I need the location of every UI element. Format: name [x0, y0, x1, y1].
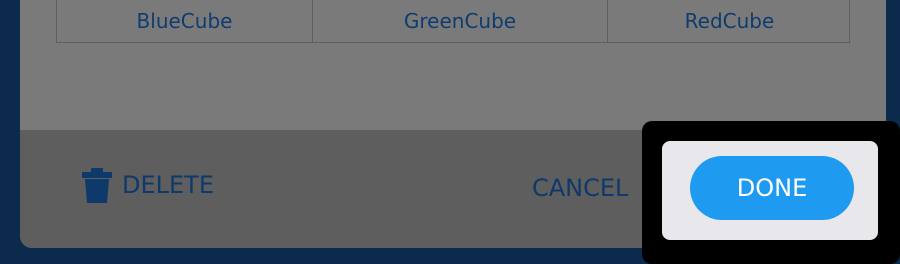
table-cell[interactable]: GreenCube — [313, 0, 608, 42]
trash-icon — [82, 168, 112, 203]
table-cell[interactable]: BlueCube — [57, 0, 313, 42]
table-cell[interactable]: RedCube — [608, 0, 851, 42]
cancel-button[interactable]: CANCEL — [532, 174, 628, 202]
objects-table: BlueCube GreenCube RedCube — [56, 0, 850, 43]
delete-button[interactable]: DELETE — [80, 166, 214, 204]
done-button[interactable]: DONE — [690, 156, 854, 220]
delete-label: DELETE — [122, 171, 215, 199]
